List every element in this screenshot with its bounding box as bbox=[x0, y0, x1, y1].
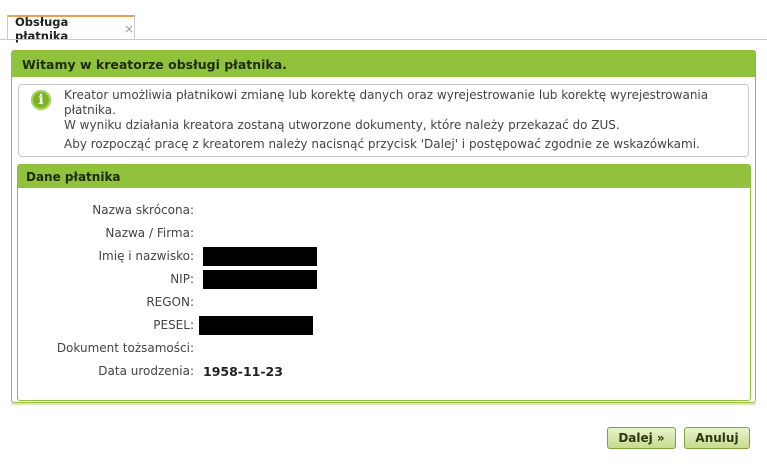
field-data-urodzenia: Data urodzenia: 1958-11-23 bbox=[18, 362, 752, 382]
field-imie-nazwisko: Imię i nazwisko: bbox=[18, 247, 752, 267]
field-pesel: PESEL: bbox=[18, 316, 752, 336]
info-icon: i bbox=[31, 90, 51, 110]
info-line-2: W wyniku działania kreatora zostaną utwo… bbox=[64, 118, 620, 132]
field-label: PESEL: bbox=[153, 318, 194, 332]
field-label: Nazwa / Firma: bbox=[105, 226, 194, 240]
field-label: Imię i nazwisko: bbox=[98, 249, 194, 263]
info-line-3: Aby rozpocząć pracę z kreatorem należy n… bbox=[64, 137, 700, 151]
payer-data-title: Dane płatnika bbox=[18, 165, 750, 188]
field-label: Data urodzenia: bbox=[98, 364, 194, 378]
panel-bottom-bar bbox=[11, 403, 756, 405]
field-label: NIP: bbox=[170, 272, 194, 286]
field-regon: REGON: bbox=[18, 293, 752, 313]
redacted-value bbox=[203, 270, 317, 289]
field-nazwa-skrocona: Nazwa skrócona: bbox=[18, 201, 752, 221]
field-nip: NIP: bbox=[18, 270, 752, 290]
redacted-value bbox=[203, 247, 317, 266]
birth-date-value: 1958-11-23 bbox=[203, 364, 283, 379]
field-nazwa-firma: Nazwa / Firma: bbox=[18, 224, 752, 244]
info-box: i Kreator umożliwia płatnikowi zmianę lu… bbox=[18, 84, 749, 157]
info-text: Kreator umożliwia płatnikowi zmianę lub … bbox=[64, 88, 740, 133]
payer-data-section: Dane płatnika Nazwa skrócona: Nazwa / Fi… bbox=[17, 164, 751, 401]
field-label: Dokument tożsamości: bbox=[56, 341, 194, 355]
tab-divider bbox=[0, 39, 767, 40]
wizard-panel: Witamy w kreatorze obsługi płatnika. i K… bbox=[11, 50, 756, 403]
close-icon[interactable]: × bbox=[124, 22, 134, 36]
tab-obsluga-platnika[interactable]: Obsługa płatnika × bbox=[7, 15, 135, 43]
field-label: REGON: bbox=[146, 295, 194, 309]
redacted-value bbox=[199, 316, 313, 335]
tab-bar: Obsługa płatnika × bbox=[0, 0, 767, 43]
panel-title: Witamy w kreatorze obsługi płatnika. bbox=[12, 51, 755, 77]
field-label: Nazwa skrócona: bbox=[92, 203, 194, 217]
field-dokument: Dokument tożsamości: bbox=[18, 339, 752, 359]
next-button[interactable]: Dalej » bbox=[607, 427, 676, 449]
info-line-1: Kreator umożliwia płatnikowi zmianę lub … bbox=[64, 88, 709, 117]
cancel-button[interactable]: Anuluj bbox=[684, 427, 750, 449]
